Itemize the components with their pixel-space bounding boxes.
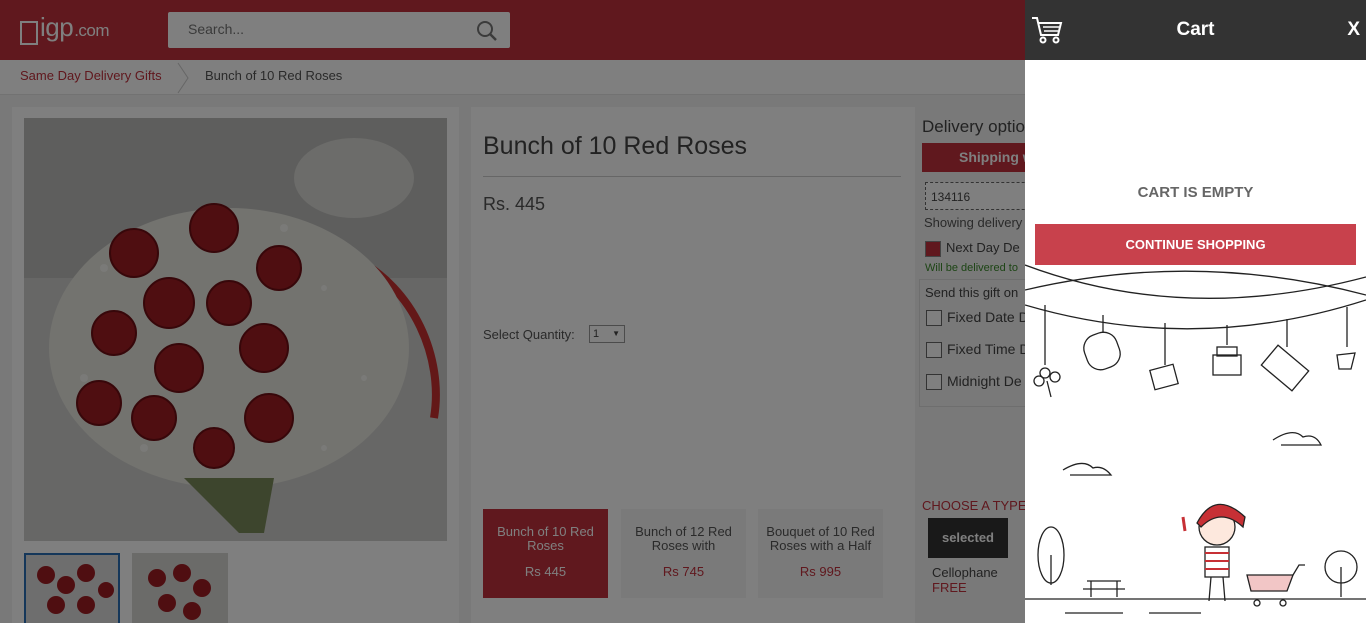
cart-panel: Cart X CART IS EMPTY CONTINUE SHOPPING [1025, 0, 1366, 623]
cart-header: Cart X [1025, 0, 1366, 60]
close-icon[interactable]: X [1347, 19, 1360, 41]
empty-cart-illustration [1025, 264, 1366, 614]
cart-empty-message: CART IS EMPTY [1137, 184, 1254, 201]
page-overlay[interactable] [0, 0, 1025, 623]
cart-title: Cart [1176, 19, 1215, 40]
